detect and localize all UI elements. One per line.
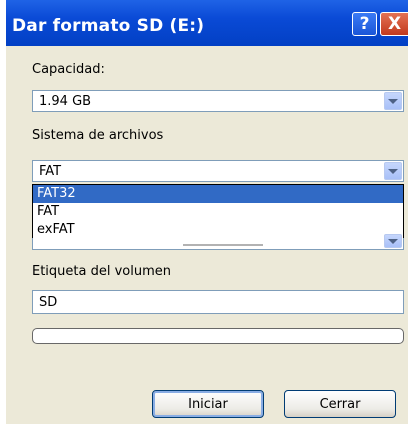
volume-label-label: Etiqueta del volumen bbox=[32, 264, 172, 279]
help-icon: ? bbox=[359, 14, 370, 34]
volume-label-field[interactable] bbox=[32, 290, 404, 314]
close-button-label: Cerrar bbox=[319, 396, 361, 412]
option-exfat[interactable]: exFAT bbox=[33, 221, 403, 239]
allocation-size-select[interactable] bbox=[32, 234, 404, 250]
filesystem-label: Sistema de archivos bbox=[32, 128, 164, 143]
chevron-down-icon bbox=[388, 238, 398, 244]
capacity-label: Capacidad: bbox=[32, 62, 105, 77]
chevron-down-icon bbox=[388, 168, 398, 174]
filesystem-dropdown-button[interactable] bbox=[384, 162, 402, 180]
start-button[interactable]: Iniciar bbox=[152, 390, 264, 418]
close-button[interactable]: Cerrar bbox=[284, 390, 396, 418]
filesystem-select[interactable]: FAT bbox=[32, 160, 404, 182]
title-bar[interactable]: Dar formato SD (E:) ? X bbox=[6, 0, 408, 46]
format-progress-bar bbox=[32, 328, 404, 344]
volume-label-input[interactable] bbox=[33, 291, 395, 314]
chevron-down-icon bbox=[388, 98, 398, 104]
help-button[interactable]: ? bbox=[352, 12, 377, 36]
close-icon: X bbox=[387, 14, 402, 34]
start-button-label: Iniciar bbox=[188, 396, 228, 412]
option-fat32[interactable]: FAT32 bbox=[33, 185, 403, 203]
format-dialog: Dar formato SD (E:) ? X Capacidad: 1.94 … bbox=[6, 0, 408, 424]
option-fat[interactable]: FAT bbox=[33, 203, 403, 221]
capacity-select[interactable]: 1.94 GB bbox=[32, 90, 404, 112]
capacity-value: 1.94 GB bbox=[39, 94, 92, 109]
window-title: Dar formato SD (E:) bbox=[12, 16, 205, 36]
capacity-dropdown-button[interactable] bbox=[384, 92, 402, 110]
filesystem-options-list[interactable]: FAT32 FAT exFAT bbox=[32, 184, 404, 240]
filesystem-value: FAT bbox=[39, 164, 62, 179]
close-window-button[interactable]: X bbox=[380, 12, 408, 36]
allocation-dropdown-button[interactable] bbox=[384, 234, 402, 248]
obscured-text bbox=[183, 238, 263, 246]
